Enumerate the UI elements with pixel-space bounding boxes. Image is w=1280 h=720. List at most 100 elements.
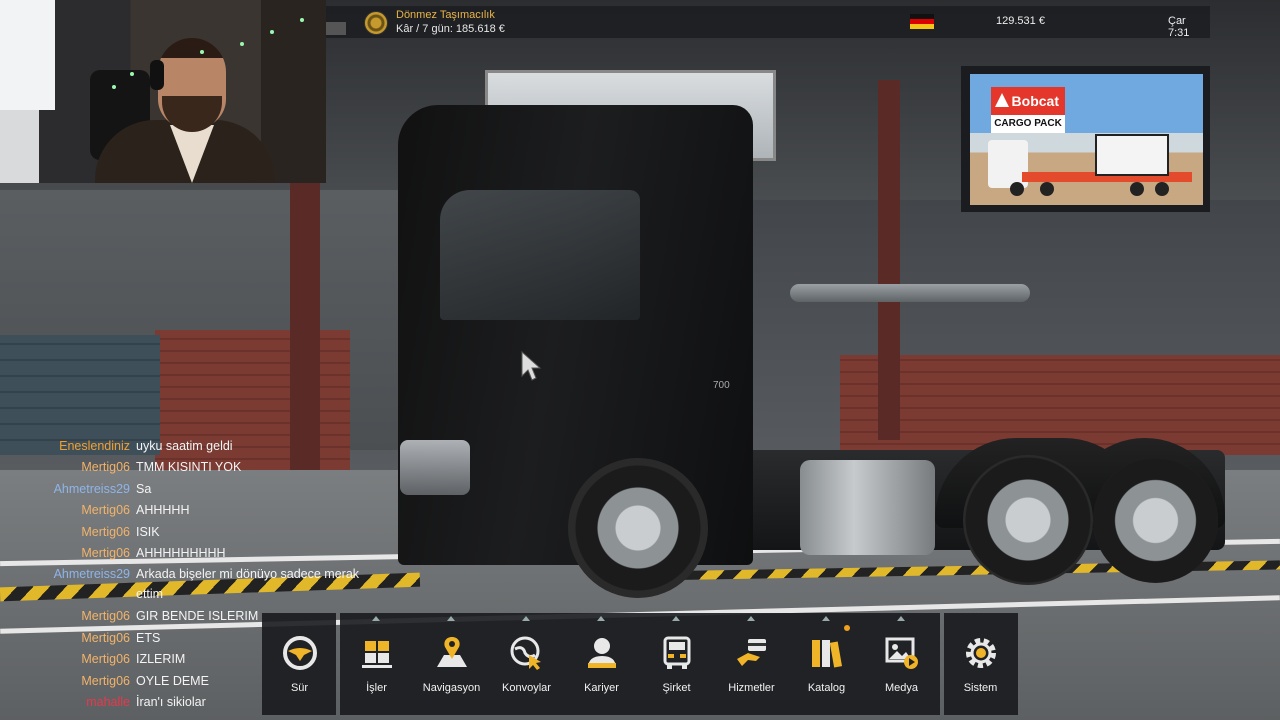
chat-text: TMM KISINTI YOK: [136, 460, 242, 475]
chat-text: İran'ı sikiolar: [136, 694, 206, 709]
ad-wheel: [1040, 182, 1054, 196]
menu-item-sür[interactable]: Sür: [262, 613, 337, 715]
expand-caret-icon: [822, 616, 830, 621]
expand-caret-icon: [447, 616, 455, 621]
gear-icon: [963, 635, 999, 671]
chat-text: Sa: [136, 481, 152, 496]
headphones-icon: [150, 60, 164, 90]
truck-front-icon: [659, 635, 695, 671]
company-name[interactable]: Dönmez Taşımacılık: [396, 9, 495, 21]
bobcat-logo-icon: [995, 93, 1009, 107]
chat-username: Mertig06: [81, 524, 130, 539]
chat-text: IZLERIM: [136, 652, 186, 667]
fairy-light: [270, 30, 274, 34]
expand-caret-icon: [672, 616, 680, 621]
ad-excavator: [1095, 134, 1169, 176]
menu-item-hizmetler[interactable]: Hizmetler: [714, 613, 789, 715]
menu-item-şirket[interactable]: Şirket: [639, 613, 714, 715]
expand-caret-icon: [372, 616, 380, 621]
menu-item-label: İşler: [366, 682, 387, 694]
ad-title: CARGO PACK: [991, 115, 1065, 133]
expand-caret-icon: [522, 616, 530, 621]
chat-message: Mertig06 AHHHHH: [0, 500, 400, 521]
chat-username: mahalle: [86, 694, 130, 709]
game-time: Çar 7:31: [1168, 15, 1190, 39]
status-tab[interactable]: [326, 22, 346, 35]
company-profit: Kâr / 7 gün: 185.618 €: [396, 23, 505, 35]
menu-item-medya[interactable]: Medya: [864, 613, 939, 715]
fairy-light: [112, 85, 116, 89]
ad-image: Bobcat CARGO PACK: [970, 74, 1203, 205]
chat-text: ETS: [136, 630, 161, 645]
chat-text: uyku saatim geldi: [136, 439, 233, 453]
chat-message: Mertig06 AHHHHHHHHH: [0, 543, 400, 564]
fairy-light: [300, 18, 304, 22]
menu-item-sistem[interactable]: Sistem: [943, 613, 1018, 715]
front-wheel: [568, 458, 708, 598]
fuel-tank: [800, 460, 935, 555]
ad-wheel: [1155, 182, 1169, 196]
chat-message: Mertig06 ISIK: [0, 522, 400, 543]
menu-item-label: Katalog: [807, 682, 846, 694]
globe-cursor-icon: [509, 635, 545, 671]
money-balance: 129.531 €: [996, 15, 1045, 27]
menu-item-label: Sistem: [963, 682, 998, 694]
chat-message: Eneslendiniz uyku saatim geldi: [0, 436, 400, 457]
chat-username: Mertig06: [81, 630, 130, 645]
fairy-light: [130, 72, 134, 76]
truck-model-badge: 700: [713, 380, 730, 391]
media-icon: [884, 635, 920, 671]
webcam-overlay: [0, 0, 326, 183]
menu-item-label: Şirket: [662, 682, 691, 694]
fairy-light: [200, 50, 204, 54]
chat-username: Mertig06: [81, 609, 130, 624]
headlight: [400, 440, 470, 495]
chat-username: Mertig06: [81, 652, 130, 667]
menu-item-label: Kariyer: [584, 682, 619, 694]
chat-text: AHHHHH: [136, 503, 190, 518]
hand-card-icon: [734, 635, 770, 671]
fairy-light: [240, 42, 244, 46]
chat-username: Ahmetreiss29: [53, 567, 130, 582]
dlc-advertisement[interactable]: Bobcat CARGO PACK: [961, 66, 1210, 212]
menu-item-kariyer[interactable]: Kariyer: [564, 613, 639, 715]
person-icon: [584, 635, 620, 671]
chat-text: OYLE DEME: [136, 673, 209, 688]
notification-dot-icon: [844, 625, 850, 631]
ad-wheel: [1130, 182, 1144, 196]
expand-caret-icon: [897, 616, 905, 621]
chat-username: Eneslendiniz: [59, 439, 130, 453]
cargo-boxes-icon: [359, 635, 395, 671]
chat-username: Ahmetreiss29: [53, 481, 130, 496]
ad-brand-logo: Bobcat: [991, 87, 1065, 115]
expand-caret-icon: [747, 616, 755, 621]
chat-text: ISIK: [136, 524, 160, 539]
menu-item-navigasyon[interactable]: Navigasyon: [414, 613, 489, 715]
menu-item-label: Konvoylar: [502, 682, 551, 694]
steering-wheel-icon: [282, 635, 318, 671]
map-pin-icon: [434, 635, 470, 671]
chat-text: AHHHHHHHHH: [136, 545, 226, 560]
webcam-window-light: [0, 0, 55, 110]
company-logo-icon[interactable]: [364, 11, 388, 35]
chat-message: Ahmetreiss29 Arkada bişeler mi dönüyo sad…: [0, 564, 400, 606]
exhaust-pipe: [790, 284, 1030, 302]
menu-item-label: Hizmetler: [728, 682, 775, 694]
menu-item-konvoylar[interactable]: Konvoylar: [489, 613, 564, 715]
ad-wheel: [1010, 182, 1024, 196]
rear-wheel: [1093, 458, 1218, 583]
rear-wheel: [963, 455, 1093, 585]
truck-cab-window: [440, 190, 640, 320]
chat-username: Mertig06: [81, 673, 130, 688]
menu-item-label: Navigasyon: [422, 682, 481, 694]
menu-item-i̇şler[interactable]: İşler: [339, 613, 414, 715]
chat-username: Mertig06: [81, 503, 130, 518]
chat-message: Ahmetreiss29 Sa: [0, 479, 400, 500]
chat-message: Mertig06 TMM KISINTI YOK: [0, 457, 400, 478]
chat-username: Mertig06: [81, 460, 130, 475]
support-beam-right: [878, 80, 900, 440]
top-status-bar: Dönmez Taşımacılık Kâr / 7 gün: 185.618 …: [326, 6, 1210, 39]
menu-item-katalog[interactable]: Katalog: [789, 613, 864, 715]
menu-item-label: Sür: [290, 682, 309, 694]
support-beam: [290, 180, 320, 470]
